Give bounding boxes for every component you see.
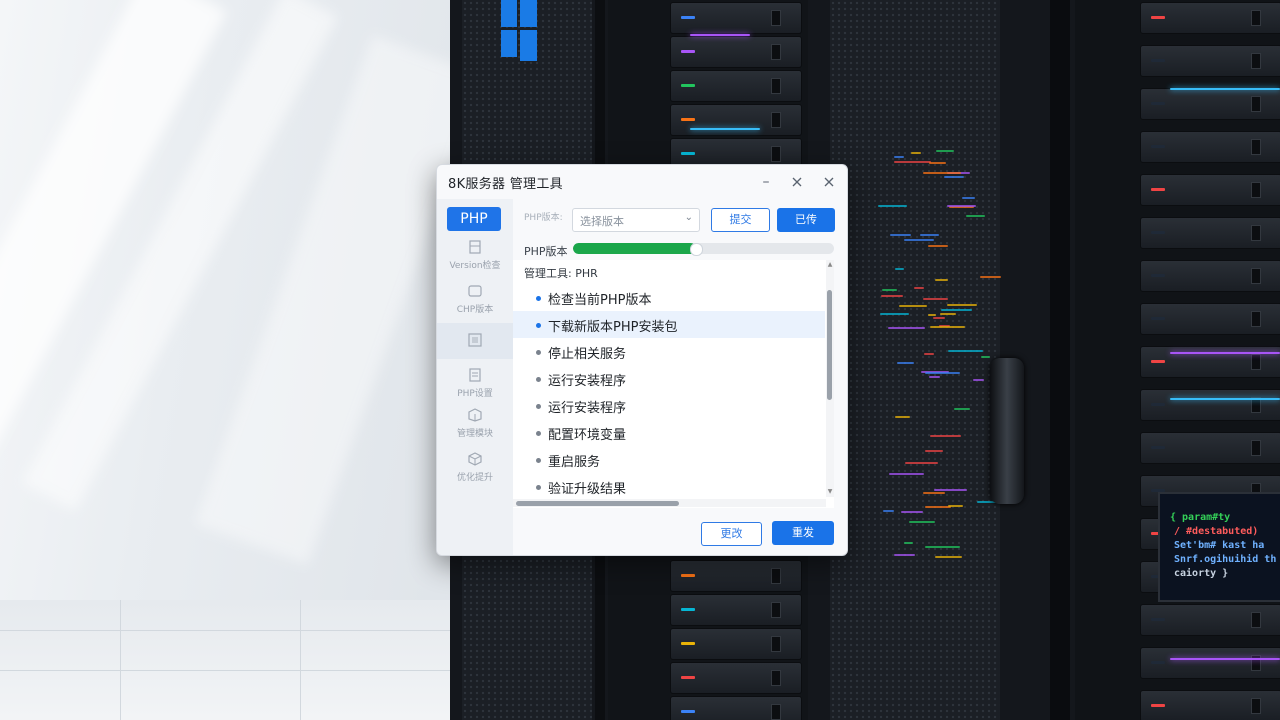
maximize-icon[interactable] [786, 171, 808, 193]
php-management-dialog: 8K服务器 管理工具 – PHP Version检查 CHP版本 PHP设置 管… [436, 164, 848, 556]
sidebar-php-tab[interactable]: PHP [447, 207, 501, 231]
bullet-icon [536, 458, 541, 463]
progress-fill [573, 243, 696, 254]
version-label: PHP版本: [524, 213, 563, 223]
list-item[interactable]: 重启服务 [513, 446, 825, 473]
rack-door-handle [990, 358, 1024, 504]
sidebar-item-optimize[interactable]: 优化提升 [437, 449, 513, 493]
sidebar-item-panel[interactable] [437, 323, 513, 359]
sidebar-item-label: PHP设置 [457, 389, 493, 399]
close-icon[interactable] [818, 171, 840, 193]
scroll-down-icon[interactable]: ▼ [826, 488, 834, 495]
change-button[interactable]: 更改 [701, 522, 762, 546]
sidebar-item-version-check[interactable]: Version检查 [437, 237, 513, 281]
version-select[interactable]: 选择版本 ⌄ [572, 208, 700, 232]
sidebar-item-label: CHP版本 [456, 305, 494, 315]
server-icon [469, 240, 481, 254]
main-content: PHP版本: 选择版本 ⌄ 提交 已传 PHP版本 管理工具: PHR 检查当前… [513, 199, 847, 555]
cube-icon [468, 452, 482, 466]
chevron-down-icon: ⌄ [684, 212, 693, 223]
sidebar-item-chp-version[interactable]: CHP版本 [437, 281, 513, 325]
list-item[interactable]: 停止相关服务 [513, 338, 825, 365]
bullet-icon [536, 485, 541, 490]
bullet-icon [536, 404, 541, 409]
progress-knob[interactable] [690, 243, 703, 256]
sidebar-item-label: Version检查 [449, 261, 501, 271]
resend-button[interactable]: 重发 [772, 521, 834, 545]
sidebar-item-modules[interactable]: 管理模块 [437, 405, 513, 449]
progress-label: PHP版本 [524, 245, 568, 258]
package-icon [468, 408, 482, 422]
horizontal-scrollbar[interactable] [513, 499, 826, 507]
sidebar-item-label: 优化提升 [456, 473, 493, 483]
bullet-icon [536, 377, 541, 382]
sidebar-item-php-settings[interactable]: PHP设置 [437, 365, 513, 409]
terminal-screen: { param#ty / #destabuted) Set'bm# kast h… [1158, 492, 1280, 602]
bullet-icon [536, 323, 541, 328]
vertical-scrollbar[interactable]: ▲ ▼ [826, 260, 834, 497]
panel-icon [468, 333, 482, 347]
windows-logo-icon [501, 0, 537, 61]
dialog-title: 8K服务器 管理工具 [448, 177, 563, 192]
list-item[interactable]: 下载新版本PHP安装包 [513, 311, 825, 338]
scroll-thumb[interactable] [827, 290, 832, 400]
sidebar: PHP Version检查 CHP版本 PHP设置 管理模块 优化提升 [437, 199, 513, 555]
list-item[interactable]: 运行安装程序 [513, 392, 825, 419]
bullet-icon [536, 296, 541, 301]
floor [0, 600, 450, 720]
version-select-value: 选择版本 [580, 215, 624, 228]
title-bar[interactable]: 8K服务器 管理工具 – [437, 165, 847, 199]
steps-panel: 管理工具: PHR 检查当前PHP版本 下载新版本PHP安装包 停止相关服务 运… [513, 260, 834, 508]
scroll-up-icon[interactable]: ▲ [826, 261, 834, 268]
bright-wall-background [0, 0, 450, 720]
list-item[interactable]: 检查当前PHP版本 [513, 284, 825, 311]
scroll-thumb[interactable] [516, 501, 679, 506]
list-item[interactable]: 配置环境变量 [513, 419, 825, 446]
submit-button[interactable]: 提交 [711, 208, 770, 232]
sidebar-item-label: 管理模块 [456, 429, 493, 439]
minimize-icon[interactable]: – [755, 171, 777, 193]
progress-bar [573, 243, 834, 254]
list-item[interactable]: 运行安装程序 [513, 365, 825, 392]
window-icon [468, 285, 482, 297]
list-item[interactable]: 验证升级结果 [513, 473, 825, 500]
panel-heading: 管理工具: PHR [524, 267, 598, 280]
uploaded-button[interactable]: 已传 [777, 208, 835, 232]
bullet-icon [536, 350, 541, 355]
document-icon [469, 368, 481, 382]
bullet-icon [536, 431, 541, 436]
